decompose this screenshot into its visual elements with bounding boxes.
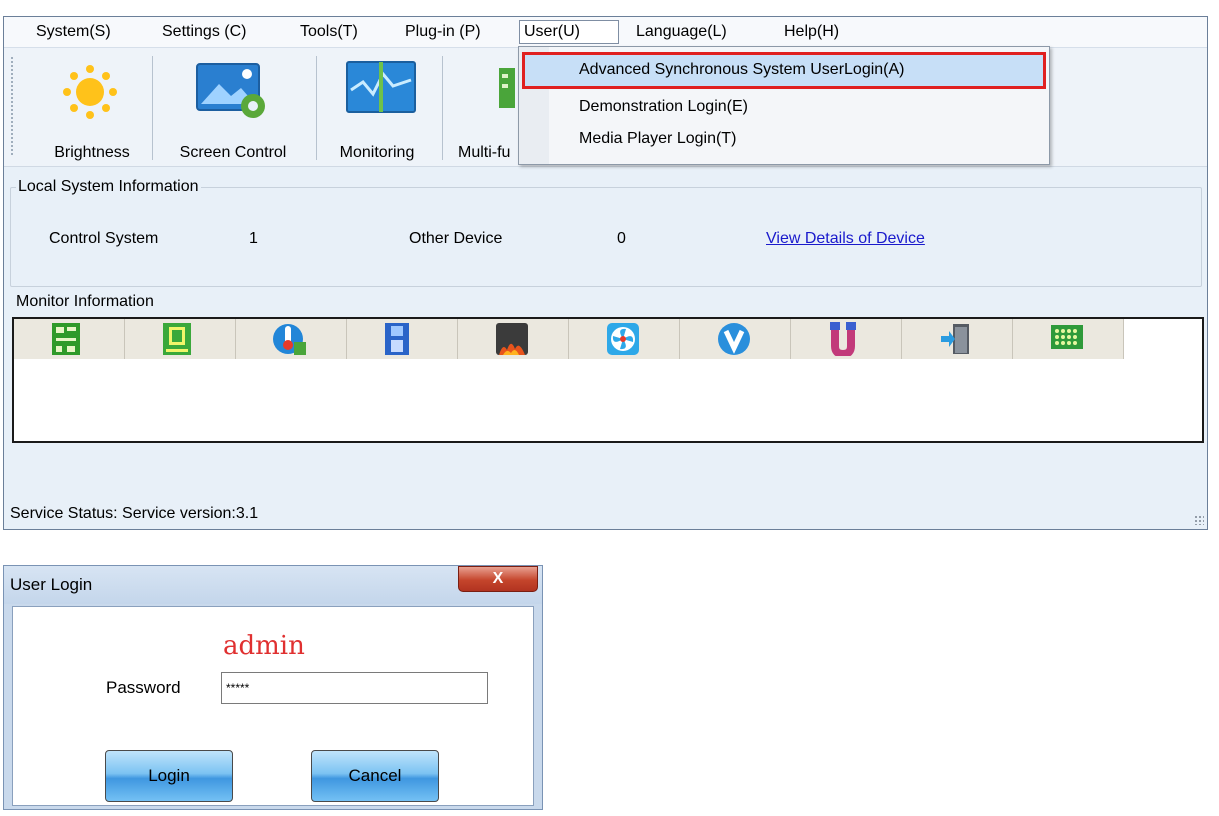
menu-tools[interactable]: Tools(T) bbox=[296, 21, 362, 43]
menu-help[interactable]: Help(H) bbox=[780, 21, 843, 43]
menu-system[interactable]: System(S) bbox=[32, 21, 115, 43]
menu-language[interactable]: Language(L) bbox=[632, 21, 731, 43]
brightness-label: Brightness bbox=[54, 144, 130, 161]
menu-settings[interactable]: Settings (C) bbox=[158, 21, 250, 43]
menu-item-advanced-sync-login[interactable]: Advanced Synchronous System UserLogin(A) bbox=[579, 59, 905, 81]
smoke-cell[interactable] bbox=[458, 319, 569, 359]
view-details-link[interactable]: View Details of Device bbox=[766, 230, 925, 248]
password-label: Password bbox=[106, 678, 181, 697]
login-username: admin bbox=[223, 631, 305, 661]
control-system-label: Control System bbox=[49, 230, 159, 247]
voltage-cell[interactable] bbox=[680, 319, 791, 359]
cable-icon bbox=[830, 322, 856, 356]
monitoring-label: Monitoring bbox=[339, 144, 415, 161]
local-system-info-title: Local System Information bbox=[16, 178, 201, 196]
receiving-card-icon bbox=[52, 323, 80, 355]
menu-user[interactable]: User(U) bbox=[519, 20, 619, 44]
screen-control-label: Screen Control bbox=[179, 144, 287, 161]
toolbar-grip[interactable] bbox=[10, 56, 14, 156]
dialog-body: admin Password Login Cancel bbox=[12, 606, 534, 806]
status-bar: Service Status: Service version:3.1 bbox=[4, 499, 1207, 529]
multi-function-card-icon bbox=[499, 68, 515, 108]
menu-item-demonstration-login[interactable]: Demonstration Login(E) bbox=[579, 96, 748, 118]
module-icon bbox=[1051, 325, 1083, 349]
door-cell[interactable] bbox=[902, 319, 1013, 359]
monitor-panel bbox=[12, 317, 1204, 443]
other-device-label: Other Device bbox=[409, 230, 503, 247]
monitor-icon-strip bbox=[14, 319, 1124, 359]
monitoring-button[interactable]: Monitoring bbox=[317, 48, 437, 166]
user-dropdown-menu: Advanced Synchronous System UserLogin(A)… bbox=[518, 46, 1050, 165]
voltage-icon bbox=[718, 323, 750, 355]
user-login-dialog: User Login X admin Password Login Cancel bbox=[3, 565, 543, 810]
screen-control-icon bbox=[196, 63, 265, 118]
module-cell[interactable] bbox=[1013, 319, 1124, 359]
login-button[interactable]: Login bbox=[105, 750, 233, 802]
menu-item-media-player-login[interactable]: Media Player Login(T) bbox=[579, 128, 736, 150]
multifunction-cell[interactable] bbox=[347, 319, 458, 359]
dialog-title: User Login bbox=[10, 575, 93, 594]
close-button[interactable]: X bbox=[458, 566, 538, 592]
sun-icon bbox=[63, 65, 117, 119]
temperature-cell[interactable] bbox=[236, 319, 347, 359]
temperature-icon bbox=[273, 324, 306, 355]
multi-function-button[interactable]: Multi-fu bbox=[443, 48, 523, 166]
receiving-card-cell[interactable] bbox=[14, 319, 125, 359]
door-icon bbox=[941, 324, 969, 354]
fan-icon bbox=[607, 323, 639, 355]
sending-card-cell[interactable] bbox=[125, 319, 236, 359]
main-window: System(S) Settings (C) Tools(T) Plug-in … bbox=[3, 16, 1208, 530]
password-field[interactable] bbox=[221, 672, 488, 704]
screen-control-button[interactable]: Screen Control bbox=[153, 48, 313, 166]
monitor-info-title: Monitor Information bbox=[14, 293, 156, 311]
multifunction-card-icon bbox=[385, 323, 409, 355]
menu-bar: System(S) Settings (C) Tools(T) Plug-in … bbox=[4, 17, 1207, 48]
menu-plugin[interactable]: Plug-in (P) bbox=[401, 21, 485, 43]
cancel-button[interactable]: Cancel bbox=[311, 750, 439, 802]
other-device-value: 0 bbox=[617, 230, 626, 247]
brightness-button[interactable]: Brightness bbox=[32, 48, 152, 166]
control-system-value: 1 bbox=[249, 230, 258, 247]
cable-cell[interactable] bbox=[791, 319, 902, 359]
resize-grip[interactable] bbox=[1194, 515, 1204, 525]
smoke-icon bbox=[496, 323, 528, 355]
monitoring-icon bbox=[346, 61, 416, 113]
sending-card-icon bbox=[163, 323, 191, 355]
dialog-titlebar[interactable]: User Login X bbox=[4, 566, 542, 604]
service-status: Service Status: Service version:3.1 bbox=[10, 505, 259, 522]
local-system-info-group: Local System Information Control System … bbox=[10, 178, 1202, 287]
fan-cell[interactable] bbox=[569, 319, 680, 359]
